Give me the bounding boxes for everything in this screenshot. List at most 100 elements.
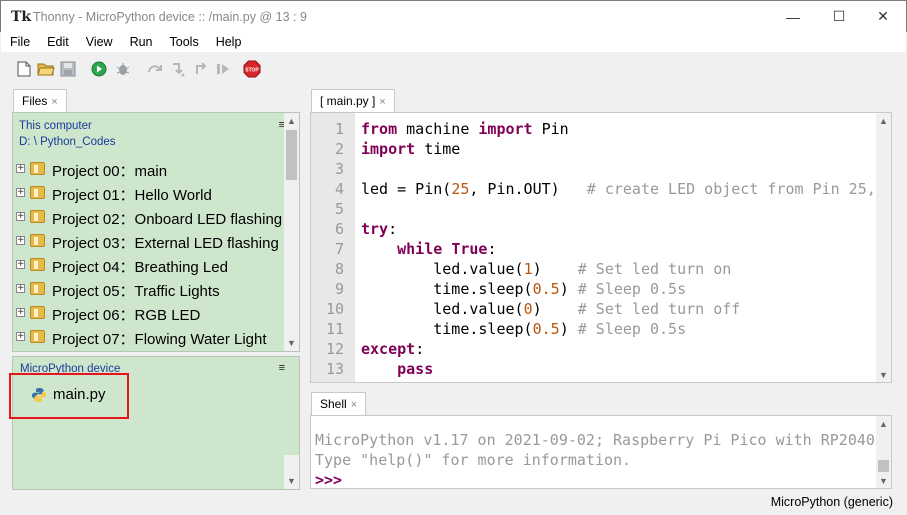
code-editor[interactable]: 1 from machine import Pin 2 import time 3 … [310,112,892,383]
shell-scrollbar[interactable]: ▲ ▼ [876,416,891,488]
folder-icon [30,282,45,295]
project-label: Project 06：RGB LED [52,307,201,324]
project-label: Project 07：Flowing Water Light [52,331,267,348]
list-item[interactable]: + Project 05：Traffic Lights [13,277,283,301]
project-label: Project 00：main [52,163,168,180]
save-icon[interactable] [59,60,77,78]
expand-icon[interactable]: + [16,308,25,317]
tab-shell[interactable]: Shell × [311,392,367,415]
files-tabbar: Files × [11,89,301,112]
scroll-up-icon[interactable]: ▲ [876,416,891,431]
line-number: 12 [325,340,344,358]
expand-icon[interactable]: + [16,284,25,293]
shell-prompt[interactable]: >>> [315,471,342,488]
step-into-icon[interactable] [169,60,187,78]
list-item[interactable]: + Project 01：Hello World [13,181,283,205]
open-folder-icon[interactable] [37,60,55,78]
expand-icon[interactable]: + [16,188,25,197]
computer-path[interactable]: D: \ Python_Codes [19,136,116,148]
project-label: Project 01：Hello World [52,187,212,204]
code-line: time.sleep(0.5) # Sleep 0.5s [361,320,687,338]
close-button[interactable]: ✕ [860,1,906,32]
code-line: time.sleep(0.5) # Sleep 0.5s [361,280,687,298]
editor-scrollbar[interactable]: ▲ ▼ [876,113,891,382]
tab-shell-label: Shell [320,397,347,411]
line-number: 8 [334,260,344,278]
scroll-up-icon[interactable]: ▲ [876,113,891,128]
menu-file[interactable]: File [1,32,38,52]
step-out-icon[interactable] [192,60,210,78]
close-icon[interactable]: × [51,96,57,108]
list-item[interactable]: + Project 06：RGB LED [13,301,283,325]
code-line: from machine import Pin [361,120,569,138]
stop-icon[interactable]: STOP [243,60,261,78]
folder-icon [30,162,45,175]
scroll-down-icon[interactable]: ▼ [876,473,891,488]
new-file-icon[interactable] [15,60,33,78]
code-line: except: [361,340,425,358]
interpreter-selector[interactable]: MicroPython (generic) [771,495,893,509]
folder-icon [30,258,45,271]
folder-icon [30,306,45,319]
menu-help[interactable]: Help [207,32,250,52]
device-scrollbar[interactable]: ▼ [284,455,299,489]
menu-edit[interactable]: Edit [38,32,77,52]
menu-tools[interactable]: Tools [161,32,207,52]
scrollbar-thumb[interactable] [286,130,297,180]
list-item[interactable]: + Project 04：Breathing Led [13,253,283,277]
line-number: 7 [334,240,344,258]
scroll-down-icon[interactable]: ▼ [284,473,299,488]
code-line: led.value(1) # Set led turn on [361,260,732,278]
tab-files[interactable]: Files × [13,89,67,112]
line-number: 6 [334,220,344,238]
line-number: 2 [334,140,344,158]
debug-icon[interactable] [114,60,132,78]
close-icon[interactable]: × [351,399,357,411]
files-pane-computer: This computer D: \ Python_Codes ≡ + Proj… [12,112,300,352]
expand-icon[interactable]: + [16,260,25,269]
list-item[interactable]: + Project 03：External LED flashing [13,229,283,253]
expand-icon[interactable]: + [16,164,25,173]
line-number: 3 [334,160,344,178]
tab-main-py[interactable]: [ main.py ] × [311,89,395,112]
line-number: 11 [325,320,344,338]
device-menu-icon[interactable]: ≡ [279,362,285,374]
list-item[interactable]: + Project 00：main [13,157,283,181]
title-bar: Tk Thonny - MicroPython device :: /main.… [0,0,907,32]
menu-view[interactable]: View [77,32,121,52]
tab-main-py-label: [ main.py ] [320,94,376,108]
tab-files-label: Files [22,94,48,108]
list-item[interactable]: + Project 07：Flowing Water Light [13,325,283,349]
scroll-down-icon[interactable]: ▼ [876,367,891,382]
step-over-icon[interactable] [146,60,164,78]
scrollbar-thumb[interactable] [878,460,889,472]
close-icon[interactable]: × [379,96,385,108]
list-item[interactable]: + Project 02：Onboard LED flashing [13,205,283,229]
project-label: Project 04：Breathing Led [52,259,228,276]
files-scrollbar[interactable]: ▲ ▼ [284,113,299,351]
shell-help-line: Type "help()" for more information. [315,451,632,469]
expand-icon[interactable]: + [16,212,25,221]
scroll-up-icon[interactable]: ▲ [284,113,299,128]
scroll-down-icon[interactable]: ▼ [284,335,299,350]
code-line: import time [361,140,461,158]
window-title: Thonny - MicroPython device :: /main.py … [33,10,307,24]
project-label: Project 03：External LED flashing [52,235,279,252]
project-tree: + Project 00：main + Project 01：Hello Wor… [13,157,283,349]
expand-icon[interactable]: + [16,332,25,341]
expand-icon[interactable]: + [16,236,25,245]
highlight-annotation [9,373,129,419]
editor-tabbar: [ main.py ] × [310,89,892,112]
project-label: Project 02：Onboard LED flashing [52,211,283,228]
folder-icon [30,210,45,223]
menu-run[interactable]: Run [121,32,161,52]
run-icon[interactable] [90,60,108,78]
minimize-button[interactable]: — [770,1,816,32]
line-number: 5 [334,200,344,218]
maximize-button[interactable]: ☐ [816,1,862,32]
stop-icon-label: STOP [245,68,259,74]
resume-icon[interactable] [214,60,232,78]
line-number: 9 [334,280,344,298]
shell-console[interactable]: MicroPython v1.17 on 2021-09-02; Raspber… [310,415,892,489]
status-bar: MicroPython (generic) [0,491,907,515]
